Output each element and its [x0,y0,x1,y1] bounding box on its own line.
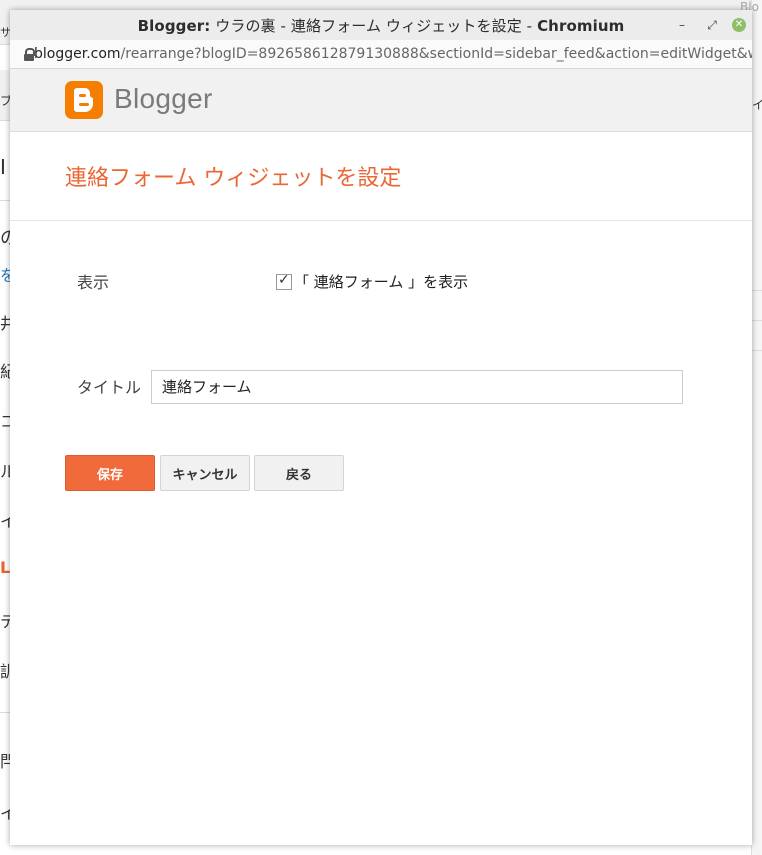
blogger-logo-text[interactable]: Blogger [114,83,213,115]
display-label: 表示 [77,273,110,292]
background-divider [0,712,10,713]
page-title: 連絡フォーム ウィジェットを設定 [65,166,402,191]
blogger-b-icon [74,88,93,112]
background-divider [752,350,762,351]
blogger-header: Blogger [10,69,752,132]
show-widget-checkbox-row[interactable]: ✓ 「 連絡フォーム 」を表示 [276,271,468,292]
background-divider [752,290,762,291]
background-divider [0,200,10,201]
background-divider [752,320,762,321]
blogger-logo-icon[interactable] [65,81,103,119]
restore-button[interactable]: ⤢ [702,15,722,35]
checkmark-icon: ✓ [278,271,290,288]
show-widget-checkbox[interactable]: ✓ [276,271,292,290]
cancel-button[interactable]: キャンセル [160,455,250,491]
background-text: I [0,155,6,179]
show-widget-checkbox-label[interactable]: 「 連絡フォーム 」を表示 [294,271,468,292]
back-button[interactable]: 戻る [254,455,344,491]
window-title: Blogger: ウラの裏 - 連絡フォーム ウィジェットを設定 - Chrom… [137,16,625,35]
minimize-button[interactable]: – [672,15,692,35]
divider [10,220,752,221]
background-text: イ [752,98,762,112]
save-button[interactable]: 保存 [65,455,155,491]
url-domain: blogger.com [34,46,121,62]
close-button[interactable]: ✕ [732,18,746,32]
background-text: L [0,558,11,577]
window-titlebar[interactable]: Blogger: ウラの裏 - 連絡フォーム ウィジェットを設定 - Chrom… [10,10,752,40]
popup-window: Blogger: ウラの裏 - 連絡フォーム ウィジェットを設定 - Chrom… [10,10,752,845]
background-right-edge [751,0,762,855]
address-bar[interactable]: blogger.com/rearrange?blogID=89265861287… [10,40,752,69]
window-controls: – ⤢ ✕ [672,15,746,35]
title-input[interactable]: 連絡フォーム [151,370,683,404]
title-label: タイトル [77,378,142,397]
url-path: /rearrange?blogID=892658612879130888&sec… [120,46,752,62]
